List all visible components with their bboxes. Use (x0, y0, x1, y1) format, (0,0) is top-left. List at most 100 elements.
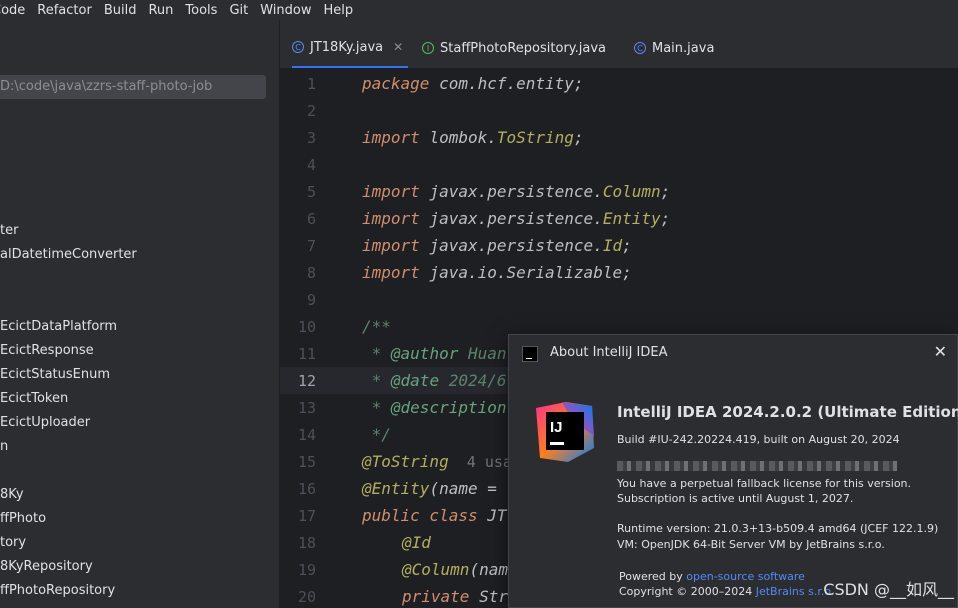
intellij-app-icon (522, 346, 538, 362)
runtime-version: Runtime version: 21.0.3+13-b509.4 amd64 … (617, 522, 939, 535)
code-text: javax.persistence. (419, 182, 603, 201)
code-line: /** (362, 317, 391, 336)
line-number: 19 (297, 561, 316, 579)
comment: * (362, 371, 391, 390)
keyword: import (362, 209, 420, 228)
tab-label: Main.java (652, 40, 715, 56)
code-class: Entity (602, 209, 661, 228)
powered-by: Powered by open-source software (619, 570, 805, 583)
keyword: private (402, 587, 470, 606)
annotation: @ToString (362, 452, 449, 471)
line-number: 5 (306, 183, 316, 201)
line-number: 20 (297, 588, 316, 606)
doc-tag: @description (390, 398, 507, 417)
open-source-link[interactable]: open-source software (686, 570, 805, 583)
subscription-info: Subscription is active until August 1, 2… (617, 492, 854, 505)
code-line: * @author Huan (362, 344, 507, 363)
menu-run[interactable]: Run (142, 3, 179, 18)
line-number: 9 (306, 291, 316, 309)
tab-label: StaffPhotoRepository.java (440, 40, 606, 56)
code-line: * @description (362, 398, 507, 417)
menu-code[interactable]: Code (0, 3, 31, 18)
comment: * (362, 398, 391, 417)
close-icon[interactable]: ✕ (934, 342, 947, 361)
tree-item[interactable]: EcictResponse (0, 343, 94, 358)
line-number: 3 (306, 129, 316, 147)
logo-text: IJ (550, 419, 563, 436)
code-text: javax.persistence. (419, 209, 603, 228)
line-number: 4 (306, 156, 316, 174)
redacted-license-info (617, 461, 897, 471)
tree-item[interactable]: EcictToken (0, 391, 68, 406)
code-line: public class JT (362, 506, 507, 525)
comment: * (362, 344, 391, 363)
tab-label: JT18Ky.java (310, 39, 384, 55)
code-class: Id (602, 236, 623, 255)
code-text: (nam (469, 560, 508, 579)
tree-item[interactable]: ffPhotoRepository (0, 583, 115, 598)
close-icon[interactable]: ✕ (393, 40, 403, 54)
editor-tabs: C JT18Ky.java ✕ I StaffPhotoRepository.j… (280, 28, 958, 68)
tree-item[interactable]: alDatetimeConverter (0, 247, 137, 262)
tree-item[interactable]: n (0, 439, 8, 454)
menu-tools[interactable]: Tools (179, 3, 223, 18)
usage-hint[interactable]: 4 usa (449, 453, 512, 471)
keyword: import (362, 128, 420, 147)
code-line: import java.io.Serializable; (362, 263, 632, 282)
product-name: IntelliJ IDEA 2024.2.0.2 (Ultimate Editi… (617, 403, 958, 421)
project-path[interactable]: D:\code\java\zzrs-staff-photo-job (0, 75, 266, 99)
menu-refactor[interactable]: Refactor (31, 3, 98, 18)
tree-item[interactable]: EcictDataPlatform (0, 319, 117, 334)
line-number: 11 (297, 345, 316, 363)
code-line: import javax.persistence.Column; (362, 182, 670, 201)
about-dialog: About IntelliJ IDEA ✕ IJ IntelliJ IDEA 2… (508, 334, 958, 608)
tree-item[interactable]: EcictStatusEnum (0, 367, 110, 382)
tree-item[interactable]: ffPhoto (0, 511, 46, 526)
code-line: @ToString 4 usa (362, 452, 512, 471)
comment: Huan (458, 344, 507, 363)
line-number: 6 (306, 210, 316, 228)
code-class: Column (602, 182, 661, 201)
line-number: 18 (297, 534, 316, 552)
code-line: @Entity(name = (362, 479, 497, 498)
tab-staffphotorepository[interactable]: I StaffPhotoRepository.java (422, 28, 606, 68)
tree-item[interactable]: 8Ky (0, 487, 24, 502)
tree-item[interactable]: EcictUploader (0, 415, 90, 430)
code-text: ; (660, 182, 671, 201)
build-info: Build #IU-242.20224.419, built on August… (617, 433, 900, 446)
code-text: lombok. (419, 128, 497, 147)
keyword: import (362, 263, 420, 282)
copyright: Copyright © 2000–2024 JetBrains s.r.o. (619, 585, 834, 598)
editor-top-strip (280, 20, 958, 28)
menu-help[interactable]: Help (318, 3, 360, 18)
powered-by-text: Powered by (619, 570, 687, 583)
keyword: package (362, 74, 430, 93)
line-number: 10 (297, 318, 316, 336)
keyword: import (362, 236, 420, 255)
keyword: public class (362, 506, 478, 525)
tree-item[interactable]: tory (0, 535, 26, 550)
class-icon: C (634, 42, 646, 54)
keyword: import (362, 182, 420, 201)
code-class: ToString (496, 128, 574, 147)
line-number: 1 (306, 75, 316, 93)
line-number: 16 (297, 480, 316, 498)
line-number: 15 (297, 453, 316, 471)
menu-window[interactable]: Window (254, 3, 317, 18)
code-text: ; (622, 236, 632, 255)
code-line: * @date 2024/6 (362, 371, 507, 390)
code-line: */ (362, 425, 391, 444)
menu-build[interactable]: Build (98, 3, 143, 18)
code-line: import javax.persistence.Entity; (362, 209, 670, 228)
intellij-logo-icon: IJ (536, 402, 594, 462)
tab-jt18ky[interactable]: C JT18Ky.java ✕ (292, 28, 408, 68)
menu-bar: Code Refactor Build Run Tools Git Window… (0, 0, 958, 20)
tree-item[interactable]: ter (0, 223, 18, 238)
vm-info: VM: OpenJDK 64-Bit Server VM by JetBrain… (617, 538, 885, 551)
code-text: java.io.Serializable; (419, 263, 632, 282)
tab-main[interactable]: C Main.java (634, 28, 714, 68)
copyright-text: Copyright © 2000–2024 (619, 585, 756, 598)
tree-item[interactable]: 8KyRepository (0, 559, 93, 574)
line-number: 13 (297, 399, 316, 417)
menu-git[interactable]: Git (223, 3, 254, 18)
